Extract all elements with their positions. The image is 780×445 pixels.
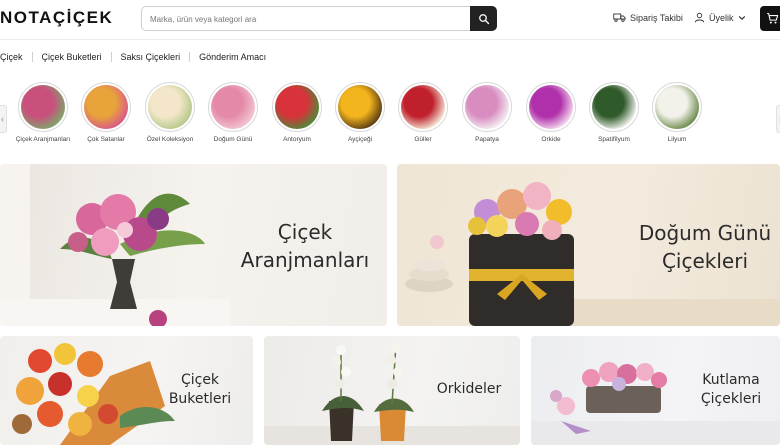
category-label: Çiçek Aranjmanları [15, 136, 71, 143]
banner-orkideler[interactable]: Orkideler [264, 336, 520, 445]
category-thumbnail [526, 82, 576, 132]
category-label: Papatya [475, 136, 499, 143]
search-button[interactable] [470, 6, 497, 31]
cart-button[interactable] [760, 6, 780, 31]
category-item[interactable]: Antoryum [265, 82, 329, 144]
banner-title: Çiçek Aranjmanları [240, 220, 370, 272]
user-icon [694, 12, 705, 23]
banner-cicek-buketleri[interactable]: Çiçek Buketleri [0, 336, 253, 445]
category-image [465, 85, 509, 129]
banner-dogum-gunu[interactable]: Doğum Günü Çiçekleri [397, 164, 780, 326]
search-input[interactable] [150, 11, 470, 27]
banner-title: Orkideler [436, 381, 502, 397]
order-tracking-link[interactable]: Sipariş Takibi [613, 12, 683, 23]
category-image [275, 85, 319, 129]
category-item[interactable]: Ayçiçeği [328, 82, 392, 144]
category-image [84, 85, 128, 129]
category-thumbnail [81, 82, 131, 132]
category-thumbnail [272, 82, 322, 132]
banner-cicek-aranjmanlari[interactable]: Çiçek Aranjmanları [0, 164, 387, 326]
category-item[interactable]: Çok Satanlar [74, 82, 138, 144]
nav-divider [110, 52, 112, 62]
nav-divider [189, 52, 191, 62]
category-label: Özel Koleksiyon [146, 136, 194, 143]
site-header: NOTAÇİÇEK Sipariş Takibi Üyelik [0, 0, 780, 40]
banner-title: Çiçek Buketleri [168, 372, 232, 407]
nav-item-cicek[interactable]: Çiçek [0, 52, 23, 62]
nav-item-saksi-cicekleri[interactable]: Saksı Çiçekleri [121, 52, 181, 62]
nav-item-gonderim-amaci[interactable]: Gönderim Amacı [199, 52, 266, 62]
category-image [401, 85, 445, 129]
category-item[interactable]: Çiçek Aranjmanları [11, 82, 75, 144]
category-thumbnail [18, 82, 68, 132]
category-thumbnail [208, 82, 258, 132]
category-item[interactable]: Doğum Günü [201, 82, 265, 144]
category-label: Güller [414, 136, 432, 143]
category-item[interactable]: Spatifilyum [582, 82, 646, 144]
category-image [338, 85, 382, 129]
category-image [655, 85, 699, 129]
category-label: Doğum Günü [213, 136, 253, 143]
category-image [211, 85, 255, 129]
search-icon [478, 13, 489, 24]
main-nav: Çiçek Çiçek Buketleri Saksı Çiçekleri Gö… [0, 50, 266, 64]
category-label: Orkide [541, 136, 561, 143]
category-carousel: Çiçek Aranjmanları Çok Satanlar Özel Kol… [0, 82, 780, 156]
nav-item-cicek-buketleri[interactable]: Çiçek Buketleri [42, 52, 102, 62]
category-thumbnail [145, 82, 195, 132]
category-item[interactable]: Papatya [455, 82, 519, 144]
category-thumbnail [652, 82, 702, 132]
category-item[interactable]: Özel Koleksiyon [138, 82, 202, 144]
membership-menu[interactable]: Üyelik [694, 12, 746, 23]
category-label: Ayçiçeği [347, 136, 373, 143]
category-thumbnail [398, 82, 448, 132]
category-item[interactable]: Orkide [519, 82, 583, 144]
category-item[interactable]: Lilyum [645, 82, 709, 144]
category-label: Lilyum [667, 136, 687, 143]
membership-label: Üyelik [709, 12, 734, 23]
category-item[interactable]: Güller [391, 82, 455, 144]
category-label: Çok Satanlar [87, 136, 125, 143]
search-bar [141, 6, 497, 31]
truck-icon [613, 13, 626, 22]
chevron-down-icon [738, 15, 745, 20]
site-logo[interactable]: NOTAÇİÇEK [0, 8, 113, 28]
category-label: Spatifilyum [598, 136, 630, 143]
order-tracking-label: Sipariş Takibi [630, 12, 683, 23]
category-image [21, 85, 65, 129]
banner-title: Doğum Günü Çiçekleri [638, 221, 772, 273]
banner-kutlama-cicekleri[interactable]: Kutlama Çiçekleri [531, 336, 780, 445]
category-thumbnail [335, 82, 385, 132]
category-thumbnail [589, 82, 639, 132]
category-image [529, 85, 573, 129]
nav-divider [31, 52, 33, 62]
category-label: Antoryum [283, 136, 311, 143]
category-image [148, 85, 192, 129]
cart-icon [766, 13, 778, 24]
category-thumbnail [462, 82, 512, 132]
banner-title: Kutlama Çiçekleri [700, 372, 762, 407]
category-image [592, 85, 636, 129]
